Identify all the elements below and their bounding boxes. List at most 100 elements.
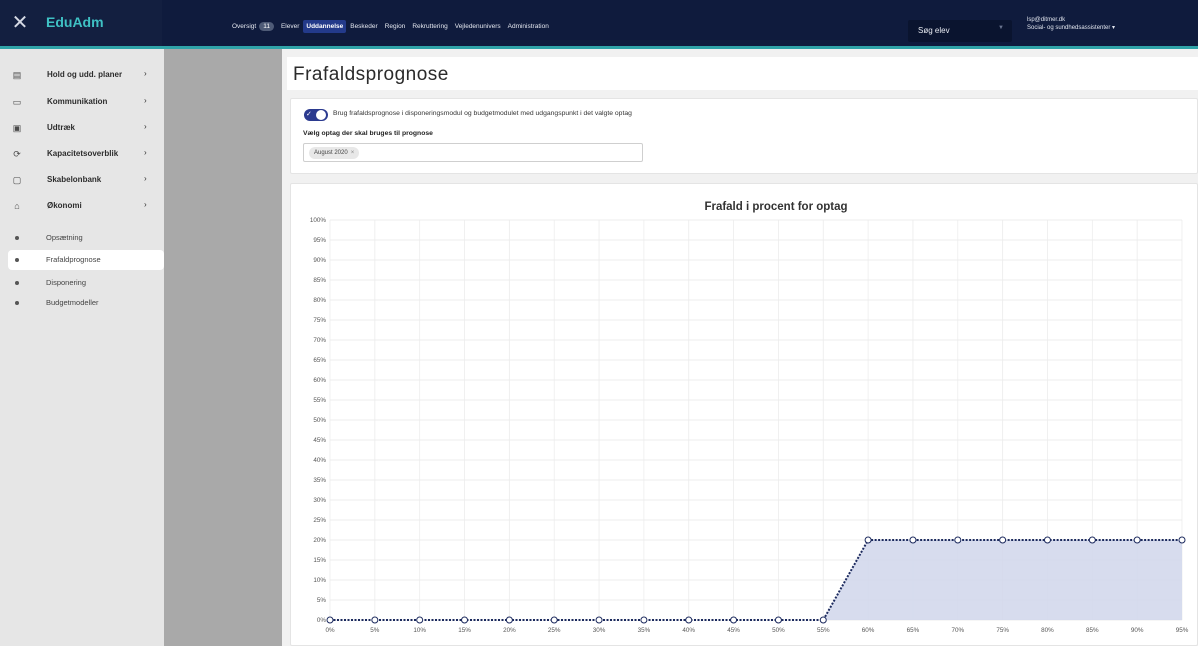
sidebar-subitem-budgetmodeller[interactable]: Budgetmodeller	[0, 293, 164, 313]
data-point	[999, 536, 1007, 544]
sidebar-subitem-label: Opsætning	[46, 233, 83, 242]
calendar-icon: ▤	[12, 70, 22, 80]
selected-intake-chip[interactable]: August 2020 ×	[309, 147, 360, 159]
close-icon[interactable]: ✕	[10, 13, 30, 33]
user-role[interactable]: Social- og sundhedsassistenter ▾	[1027, 24, 1115, 32]
y-tick-label: 50%	[313, 417, 326, 424]
search-input[interactable]: Søg elev	[918, 26, 950, 35]
notification-badge: 11	[259, 21, 274, 31]
sidebar-item-label: Kommunikation	[47, 97, 108, 106]
chart-title: Frafald i procent for optag	[704, 201, 847, 213]
chevron-right-icon: ›	[144, 69, 147, 78]
wallet-icon: ⌂	[14, 201, 20, 211]
nav-item-oversigt[interactable]: Oversigt 11	[229, 19, 277, 34]
nav-item-administration[interactable]: Administration	[505, 20, 552, 33]
nav-item-vejledenunivers[interactable]: Vejledenunivers	[452, 20, 504, 33]
chip-label: August 2020	[314, 150, 348, 156]
intake-field-label: Vælg optag der skal bruges til prognose	[303, 130, 433, 137]
x-tick-label: 95%	[1176, 627, 1189, 634]
y-tick-label: 75%	[313, 317, 326, 324]
sidebar-item-label: Hold og udd. planer	[47, 70, 123, 79]
bullet-icon	[15, 236, 19, 240]
sidebar-item-udtraek[interactable]: ▣ Udtræk ›	[0, 118, 164, 140]
data-point	[685, 616, 693, 624]
bullet-icon	[15, 258, 19, 262]
sidebar-item-hold[interactable]: ▤ Hold og udd. planer ›	[0, 65, 164, 87]
user-email: lsp@ditmer.dk	[1027, 17, 1066, 23]
chevron-right-icon: ›	[144, 148, 147, 157]
data-point	[774, 616, 782, 624]
x-tick-label: 65%	[907, 627, 920, 634]
data-point	[1088, 536, 1096, 544]
content-gutter	[164, 49, 282, 646]
sidebar-item-label: Kapacitetsoverblik	[47, 149, 119, 158]
y-tick-label: 10%	[313, 577, 326, 584]
sidebar-item-kapacitet[interactable]: ⟳ Kapacitetsoverblik ›	[0, 144, 164, 166]
data-point	[461, 616, 469, 624]
sidebar-subitem-label: Budgetmodeller	[46, 298, 99, 307]
y-tick-label: 85%	[313, 277, 326, 284]
bullet-icon	[15, 301, 19, 305]
sidebar-item-label: Økonomi	[47, 201, 82, 210]
x-tick-label: 90%	[1131, 627, 1144, 634]
y-tick-label: 0%	[317, 617, 327, 624]
y-tick-label: 25%	[313, 517, 326, 524]
nav-item-elever[interactable]: Elever	[278, 20, 302, 33]
remove-icon[interactable]: ×	[351, 147, 355, 159]
user-menu[interactable]: lsp@ditmer.dk Social- og sundhedsassiste…	[1027, 16, 1115, 32]
nav-item-beskeder[interactable]: Beskeder	[347, 20, 380, 33]
data-point	[730, 616, 738, 624]
sidebar-item-skabelonbank[interactable]: ▢ Skabelonbank ›	[0, 170, 164, 192]
toggle-knob[interactable]	[316, 110, 326, 120]
x-tick-label: 60%	[862, 627, 875, 634]
data-point	[595, 616, 603, 624]
template-icon: ▢	[12, 175, 22, 185]
x-tick-label: 35%	[638, 627, 651, 634]
sidebar-item-okonomi[interactable]: ⌂ Økonomi ›	[0, 196, 164, 218]
x-tick-label: 20%	[503, 627, 516, 634]
sidebar-subitem-frafaldprognose[interactable]: Frafaldprognose	[8, 250, 164, 270]
data-point	[371, 616, 379, 624]
y-tick-label: 65%	[313, 357, 326, 364]
nav-item-rekruttering[interactable]: Rekruttering	[409, 20, 450, 33]
x-tick-label: 80%	[1041, 627, 1054, 634]
top-navigation: Oversigt 11 Elever Uddannelse Beskeder R…	[229, 14, 553, 38]
x-tick-label: 55%	[817, 627, 830, 634]
chevron-right-icon: ›	[144, 96, 147, 105]
app-brand[interactable]: EduAdm	[46, 14, 104, 30]
x-tick-label: 25%	[548, 627, 561, 634]
top-bar	[0, 0, 1198, 48]
y-tick-label: 35%	[313, 477, 326, 484]
capacity-icon: ⟳	[13, 149, 21, 159]
x-tick-label: 30%	[593, 627, 606, 634]
data-point	[326, 616, 334, 624]
data-point	[1133, 536, 1141, 544]
y-tick-label: 100%	[310, 217, 327, 224]
y-tick-label: 5%	[317, 597, 327, 604]
sidebar-subitem-label: Frafaldprognose	[46, 255, 101, 264]
data-point	[864, 536, 872, 544]
chat-icon: ▭	[12, 97, 22, 107]
x-tick-label: 50%	[772, 627, 785, 634]
sidebar-subitem-opsaetning[interactable]: Opsætning	[0, 228, 164, 248]
student-search[interactable]: Søg elev ▼	[908, 20, 1012, 42]
x-tick-label: 75%	[996, 627, 1009, 634]
sidebar-item-kommunikation[interactable]: ▭ Kommunikation ›	[0, 92, 164, 114]
x-tick-label: 70%	[951, 627, 964, 634]
data-point	[819, 616, 827, 624]
page-title: Frafaldsprognose	[293, 64, 449, 85]
sidebar-item-label: Skabelonbank	[47, 175, 102, 184]
x-tick-label: 10%	[413, 627, 426, 634]
data-point	[1178, 536, 1186, 544]
x-tick-label: 40%	[682, 627, 695, 634]
nav-item-uddannelse[interactable]: Uddannelse	[303, 19, 347, 33]
y-tick-label: 80%	[313, 297, 326, 304]
nav-item-region[interactable]: Region	[382, 20, 409, 33]
y-tick-label: 30%	[313, 497, 326, 504]
y-tick-label: 70%	[313, 337, 326, 344]
x-tick-label: 45%	[727, 627, 740, 634]
chevron-right-icon: ›	[144, 122, 147, 131]
sidebar-subitem-disponering[interactable]: Disponering	[0, 273, 164, 293]
chevron-down-icon[interactable]: ▼	[998, 25, 1004, 31]
chevron-right-icon: ›	[144, 200, 147, 209]
